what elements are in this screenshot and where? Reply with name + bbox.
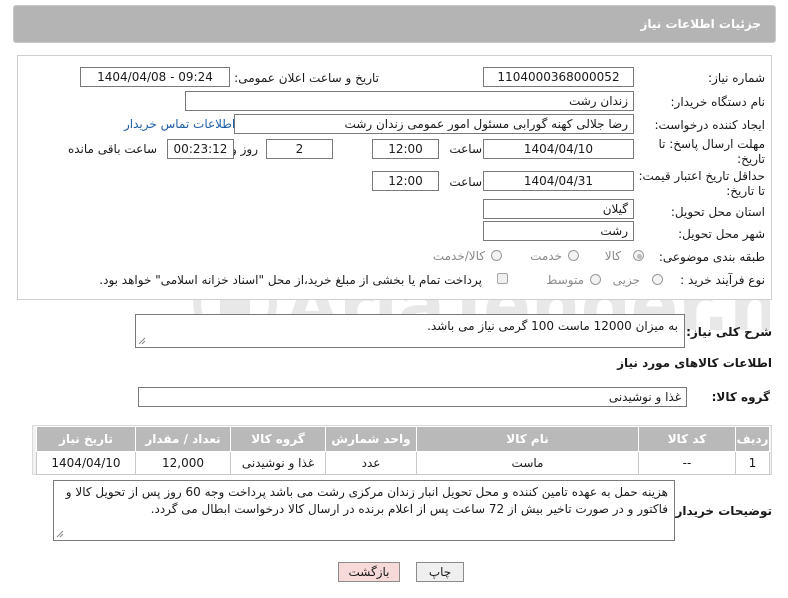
deadline-label-date: تاریخ: — [737, 152, 765, 166]
goods-table: ردیف کد کالا نام کالا واحد شمارش گروه کا… — [36, 426, 770, 475]
cell-unit: عدد — [325, 451, 417, 475]
resize-grip-icon[interactable] — [138, 337, 146, 345]
goods-group-label: گروه کالا: — [711, 390, 770, 404]
days-label: روز و — [231, 142, 258, 156]
process-radio-minor[interactable] — [652, 274, 663, 285]
price-validity-date-label: تا تاریخ: — [726, 184, 765, 198]
price-validity-label: حداقل تاریخ اعتبار قیمت: — [638, 169, 765, 183]
treasury-checkbox[interactable] — [497, 273, 508, 284]
col-header-date: تاریخ نیاز — [36, 426, 136, 452]
cell-qty: 12,000 — [135, 451, 231, 475]
province-field[interactable]: گیلان — [483, 199, 634, 219]
remaining-field[interactable]: 00:23:12 — [167, 139, 234, 159]
category-label: طبقه بندی موضوعی: — [658, 250, 765, 264]
announce-field[interactable]: 1404/04/08 - 09:24 — [80, 67, 230, 87]
cell-row: 1 — [735, 451, 770, 475]
col-header-name: نام کالا — [416, 426, 639, 452]
goods-group-field[interactable]: غذا و نوشیدنی — [138, 387, 687, 407]
city-label: شهر محل تحویل: — [678, 227, 765, 241]
deadline-date-field[interactable]: 1404/04/10 — [483, 139, 634, 159]
buyer-label: نام دستگاه خریدار: — [670, 95, 766, 109]
cell-name: ماست — [416, 451, 639, 475]
deadline-time-field[interactable]: 12:00 — [372, 139, 439, 159]
category-option-both: کالا/خدمت — [432, 249, 485, 263]
notes-text: هزینه حمل به عهده تامین کننده و محل تحوی… — [65, 485, 668, 516]
table-row: 1 -- ماست عدد غذا و نوشیدنی 12,000 1404/… — [36, 451, 770, 475]
notes-label: توضیحات خریدار: — [670, 504, 772, 518]
process-label: نوع فرآیند خرید : — [680, 273, 765, 287]
goods-table-header: ردیف کد کالا نام کالا واحد شمارش گروه کا… — [36, 426, 770, 452]
days-field[interactable]: 2 — [266, 139, 333, 159]
announce-label: تاریخ و ساعت اعلان عمومی: — [234, 71, 379, 85]
header-bar: جزئیات اطلاعات نیاز — [13, 5, 776, 43]
page-title: جزئیات اطلاعات نیاز — [640, 17, 761, 31]
col-header-unit: واحد شمارش — [325, 426, 417, 452]
city-field[interactable]: رشت — [483, 221, 634, 241]
description-label: شرح کلی نیاز: — [686, 325, 772, 339]
payment-note: پرداخت تمام یا بخشی از مبلغ خرید،از محل … — [99, 273, 482, 287]
description-text: به میزان 12000 ماست 100 گرمی نیاز می باش… — [427, 319, 678, 333]
description-textarea[interactable]: به میزان 12000 ماست 100 گرمی نیاز می باش… — [135, 314, 685, 348]
contact-info-link[interactable]: اطلاعات تماس خریدار — [124, 117, 235, 131]
goods-section-title: اطلاعات کالاهای مورد نیاز — [617, 356, 772, 370]
price-time-label: ساعت — [449, 175, 482, 189]
category-radio-goods[interactable] — [633, 250, 644, 261]
process-option-medium: متوسط — [546, 273, 584, 287]
category-radio-both[interactable] — [491, 250, 502, 261]
need-number-field[interactable]: 1104000368000052 — [483, 67, 634, 87]
price-date-field[interactable]: 1404/04/31 — [483, 171, 634, 191]
col-header-row: ردیف — [735, 426, 770, 452]
deadline-label: مهلت ارسال پاسخ: تا — [658, 137, 765, 151]
remaining-label: ساعت باقی مانده — [67, 142, 157, 156]
price-time-field[interactable]: 12:00 — [372, 171, 439, 191]
col-header-code: کد کالا — [638, 426, 736, 452]
col-header-group: گروه کالا — [230, 426, 326, 452]
notes-resize-grip-icon[interactable] — [56, 530, 64, 538]
cell-code: -- — [638, 451, 736, 475]
creator-field[interactable]: رضا جلالی کهنه گورابی مسئول امور عمومی ز… — [234, 114, 634, 134]
category-option-goods: کالا — [604, 249, 621, 263]
buyer-field[interactable]: زندان رشت — [185, 91, 634, 111]
province-label: استان محل تحویل: — [670, 205, 765, 219]
process-option-minor: جزیی — [612, 273, 640, 287]
category-option-service: خدمت — [530, 249, 562, 263]
cell-group: غذا و نوشیدنی — [230, 451, 326, 475]
category-radio-service[interactable] — [568, 250, 579, 261]
creator-label: ایجاد کننده درخواست: — [654, 118, 765, 132]
cell-date: 1404/04/10 — [36, 451, 136, 475]
deadline-time-label: ساعت — [449, 142, 482, 156]
col-header-qty: تعداد / مقدار — [135, 426, 231, 452]
back-button[interactable]: بازگشت — [338, 562, 400, 582]
print-button[interactable]: چاپ — [416, 562, 464, 582]
notes-textarea[interactable]: هزینه حمل به عهده تامین کننده و محل تحوی… — [53, 480, 675, 541]
need-number-label: شماره نیاز: — [708, 71, 765, 85]
process-radio-medium[interactable] — [590, 274, 601, 285]
goods-table-wrapper: ردیف کد کالا نام کالا واحد شمارش گروه کا… — [32, 425, 772, 475]
